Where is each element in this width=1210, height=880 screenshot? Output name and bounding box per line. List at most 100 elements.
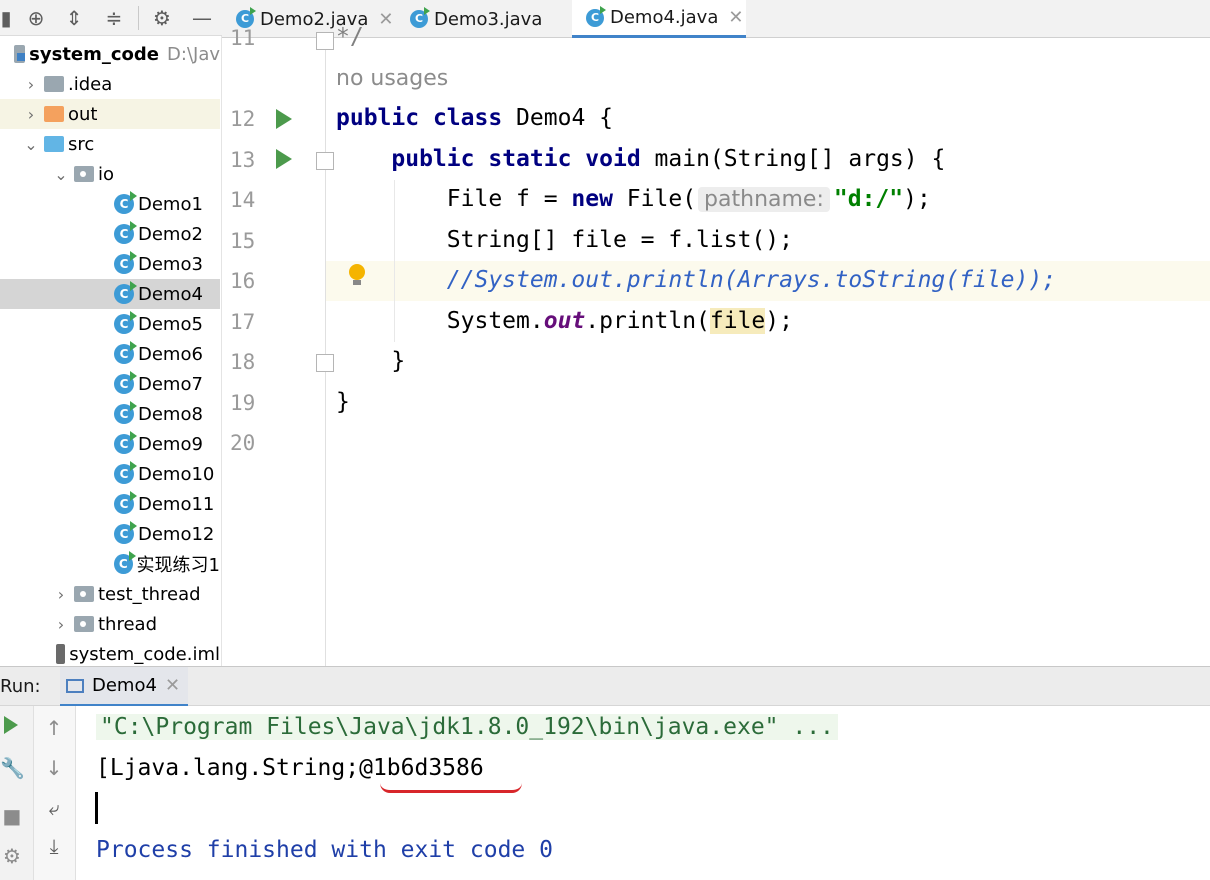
tree-item-file[interactable]: C Demo5 bbox=[0, 309, 220, 339]
rerun-icon[interactable] bbox=[4, 716, 18, 734]
tree-item-io[interactable]: ⌄ io bbox=[0, 159, 220, 189]
settings-icon[interactable]: ⚙ bbox=[0, 844, 24, 868]
tab-demo4[interactable]: C Demo4.java ✕ bbox=[572, 0, 746, 38]
tree-item-src[interactable]: ⌄ src bbox=[0, 129, 220, 159]
tree-item-file[interactable]: C Demo4 bbox=[0, 279, 220, 309]
line-number: 19 bbox=[230, 391, 256, 415]
code-line-16[interactable]: //System.out.println(Arrays.toString(fil… bbox=[336, 267, 1056, 293]
code-line-11: */ bbox=[336, 24, 364, 50]
tree-item-file[interactable]: C Demo11 bbox=[0, 489, 220, 519]
java-class-icon: C bbox=[114, 401, 137, 424]
tree-item-file[interactable]: C Demo3 bbox=[0, 249, 220, 279]
java-class-icon: C bbox=[114, 221, 137, 244]
code-line-15[interactable]: String[] file = f.list(); bbox=[336, 227, 793, 253]
console-exit-line: Process finished with exit code 0 bbox=[96, 837, 553, 863]
line-number: 18 bbox=[230, 350, 256, 374]
folder-icon bbox=[44, 106, 64, 122]
run-toolbar: 🔧 ■ ⚙ bbox=[0, 706, 34, 880]
run-panel-header: Run: Demo4 ✕ bbox=[0, 666, 1210, 707]
no-usages-hint[interactable]: no usages bbox=[336, 66, 448, 91]
tab-demo3[interactable]: C Demo3.java bbox=[396, 0, 572, 38]
file-label: 实现练习1 bbox=[136, 555, 220, 576]
source-folder-icon bbox=[44, 136, 64, 152]
tree-item-file[interactable]: C Demo1 bbox=[0, 189, 220, 219]
fold-icon[interactable] bbox=[316, 152, 334, 170]
chevron-down-icon[interactable]: ⌄ bbox=[22, 135, 40, 154]
tree-item-file[interactable]: C Demo2 bbox=[0, 219, 220, 249]
java-class-icon: C bbox=[410, 7, 430, 28]
wrench-icon[interactable]: 🔧 bbox=[0, 756, 25, 780]
tree-item-iml[interactable]: system_code.iml bbox=[0, 639, 220, 666]
tree-item-file[interactable]: C Demo12 bbox=[0, 519, 220, 549]
package-icon bbox=[74, 616, 94, 632]
tree-item-root[interactable]: system_code D:\Jav bbox=[0, 39, 220, 69]
java-class-icon: C bbox=[114, 251, 137, 274]
line-number: 17 bbox=[230, 310, 256, 334]
code-line-12[interactable]: public class Demo4 { bbox=[336, 105, 613, 131]
tree-item-file[interactable]: C Demo10 bbox=[0, 459, 220, 489]
chevron-down-icon[interactable]: ⌄ bbox=[52, 165, 70, 184]
collapse-all-icon[interactable]: ≑ bbox=[102, 6, 126, 30]
hide-icon[interactable]: — bbox=[190, 6, 214, 30]
text-cursor bbox=[95, 792, 98, 824]
line-number: 20 bbox=[230, 431, 256, 455]
java-class-icon: C bbox=[114, 551, 136, 574]
chevron-right-icon[interactable]: › bbox=[52, 585, 70, 604]
stop-icon[interactable]: ■ bbox=[0, 804, 24, 828]
project-view-icon[interactable]: ▮ bbox=[0, 6, 12, 30]
tree-item-idea[interactable]: › .idea bbox=[0, 69, 220, 99]
soft-wrap-icon[interactable]: ⤶ bbox=[42, 796, 66, 820]
file-label: Demo8 bbox=[138, 403, 203, 425]
expand-all-icon[interactable]: ⇕ bbox=[62, 6, 86, 30]
tree-item-thread[interactable]: › thread bbox=[0, 609, 220, 639]
file-label: Demo4 bbox=[138, 283, 203, 305]
file-label: Demo1 bbox=[138, 193, 203, 215]
code-line-14[interactable]: File f = new File(pathname: "d:/"); bbox=[336, 186, 931, 212]
java-class-icon: C bbox=[586, 5, 606, 27]
tree-item-out[interactable]: › out bbox=[0, 99, 220, 129]
fold-icon[interactable] bbox=[316, 32, 334, 50]
chevron-right-icon[interactable]: › bbox=[22, 105, 40, 124]
code-line-19[interactable]: } bbox=[336, 389, 350, 415]
run-main-icon[interactable] bbox=[276, 149, 292, 169]
close-icon[interactable]: ✕ bbox=[728, 7, 743, 28]
chevron-right-icon[interactable]: › bbox=[22, 75, 40, 94]
run-tab-demo4[interactable]: Demo4 ✕ bbox=[60, 667, 189, 707]
gear-icon[interactable]: ⚙ bbox=[150, 6, 174, 30]
fold-icon[interactable] bbox=[316, 354, 334, 372]
tree-item-file[interactable]: C Demo9 bbox=[0, 429, 220, 459]
folder-icon bbox=[44, 76, 64, 92]
arrow-up-icon[interactable]: ↑ bbox=[42, 716, 66, 740]
code-line-18[interactable]: } bbox=[336, 348, 405, 374]
red-underline-annotation bbox=[380, 783, 522, 793]
console-output[interactable]: "C:\Program Files\Java\jdk1.8.0_192\bin\… bbox=[76, 706, 1210, 880]
tree-item-test-thread[interactable]: › test_thread bbox=[0, 579, 220, 609]
java-class-icon: C bbox=[114, 311, 137, 334]
line-number: 14 bbox=[230, 188, 256, 212]
chevron-right-icon[interactable]: › bbox=[52, 615, 70, 634]
scroll-to-end-icon[interactable]: ⤓ bbox=[42, 834, 66, 858]
module-icon bbox=[14, 45, 26, 63]
java-class-icon: C bbox=[114, 191, 137, 214]
java-class-icon: C bbox=[114, 521, 137, 544]
tree-item-file[interactable]: C Demo8 bbox=[0, 399, 220, 429]
file-label: Demo11 bbox=[138, 493, 215, 515]
tree-item-file[interactable]: C Demo6 bbox=[0, 339, 220, 369]
project-tree: system_code D:\Jav › .idea › out ⌄ src ⌄… bbox=[0, 36, 222, 666]
run-class-icon[interactable] bbox=[276, 109, 292, 129]
console-output-line: [Ljava.lang.String;@1b6d3586 bbox=[96, 755, 484, 781]
console-command-line: "C:\Program Files\Java\jdk1.8.0_192\bin\… bbox=[96, 714, 838, 740]
code-line-17[interactable]: System.out.println(file); bbox=[336, 308, 793, 334]
locate-file-icon[interactable]: ⊕ bbox=[24, 6, 48, 30]
close-icon[interactable]: ✕ bbox=[378, 9, 393, 30]
parameter-hint: pathname: bbox=[698, 187, 830, 212]
file-label: Demo6 bbox=[138, 343, 203, 365]
arrow-down-icon[interactable]: ↓ bbox=[42, 756, 66, 780]
line-number: 11 bbox=[230, 26, 256, 50]
code-line-13[interactable]: public static void main(String[] args) { bbox=[336, 146, 945, 172]
file-label: Demo10 bbox=[138, 463, 215, 485]
file-label: Demo2 bbox=[138, 223, 203, 245]
close-icon[interactable]: ✕ bbox=[165, 675, 180, 696]
tree-item-file[interactable]: C 实现练习1 bbox=[0, 549, 220, 579]
tree-item-file[interactable]: C Demo7 bbox=[0, 369, 220, 399]
